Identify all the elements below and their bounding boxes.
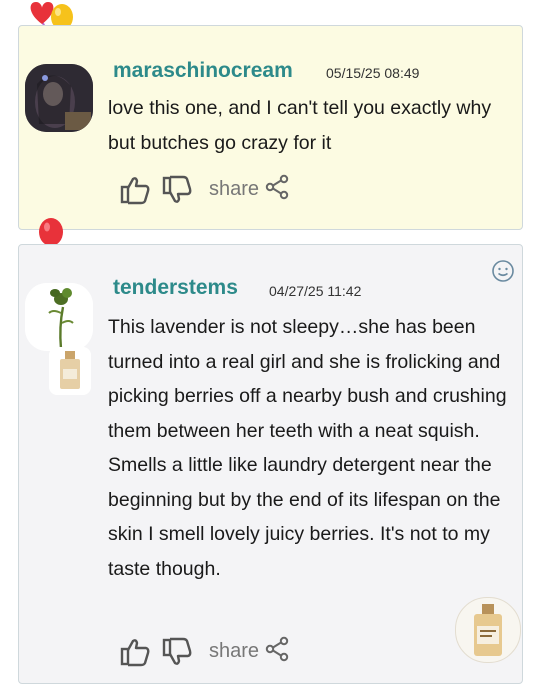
perfume-bottle-thumbnail[interactable]: [49, 347, 91, 395]
share-label: share: [209, 640, 260, 662]
comment-actions: share: [119, 636, 289, 667]
share-button[interactable]: share: [209, 636, 289, 667]
comment-timestamp: 04/27/25 11:42: [269, 283, 362, 299]
perfume-bottle-thumbnail[interactable]: [455, 597, 521, 663]
comment-text: love this one, and I can't tell you exac…: [108, 97, 492, 154]
comment-username[interactable]: maraschinocream: [113, 59, 293, 83]
share-button[interactable]: share: [209, 174, 289, 205]
comment-actions: share: [119, 174, 289, 205]
thumbs-down-icon[interactable]: [161, 175, 193, 205]
comment-timestamp: 05/15/25 08:49: [326, 65, 420, 81]
thumbs-up-icon[interactable]: [119, 175, 151, 205]
share-icon: [265, 174, 289, 205]
thumbs-down-icon[interactable]: [161, 637, 193, 667]
thumbs-up-icon[interactable]: [119, 637, 151, 667]
avatar[interactable]: [25, 64, 93, 132]
share-icon: [265, 636, 289, 667]
smiley-face-icon[interactable]: [491, 259, 515, 288]
avatar[interactable]: [25, 283, 93, 351]
comment-card: maraschinocream 05/15/25 08:49 love this…: [18, 25, 523, 230]
comment-card: tenderstems 04/27/25 11:42 This lavender…: [18, 244, 523, 684]
share-label: share: [209, 178, 260, 200]
comment-text: This lavender is not sleepy…she has been…: [108, 316, 507, 580]
comment-username[interactable]: tenderstems: [113, 276, 238, 300]
